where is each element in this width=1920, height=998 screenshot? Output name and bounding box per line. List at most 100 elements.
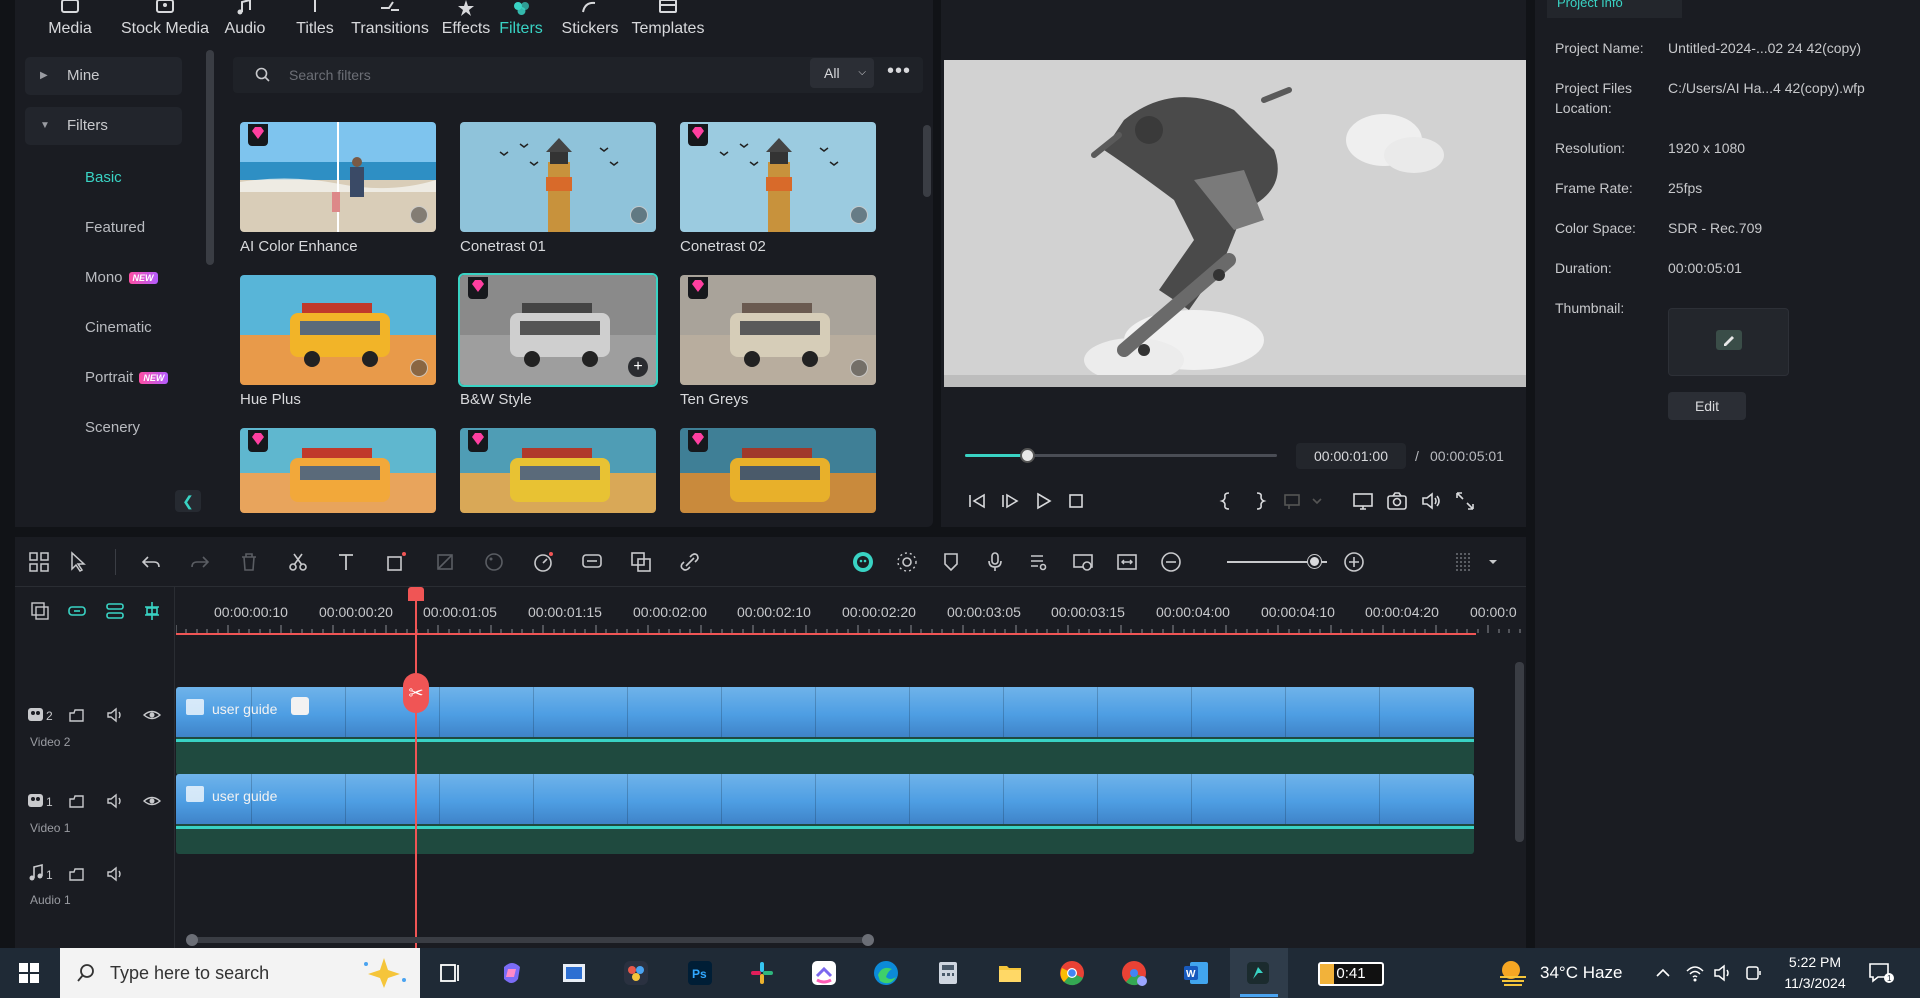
more-options-button[interactable]: ••• [887,60,911,83]
speaker-icon[interactable] [1713,963,1733,983]
task-view-icon[interactable] [436,959,464,987]
filter-card[interactable] [240,428,436,513]
track-lock-icon[interactable] [67,791,87,811]
word-icon[interactable]: W [1182,959,1210,987]
sidebar-mine[interactable]: ▶ Mine [25,57,182,95]
tab-transitions[interactable]: Transitions [345,0,435,50]
chrome-profile-icon[interactable] [1120,959,1148,987]
track-mute-icon[interactable] [105,791,125,811]
tab-stock-media[interactable]: Stock Media [110,0,220,50]
magnetic-snap-icon[interactable] [142,601,162,621]
clickup-icon[interactable] [810,959,838,987]
filter-card-ai-color-enhance[interactable] [240,122,436,232]
sidebar-item-portrait[interactable]: Portrait NEW [85,369,169,386]
split-scissors-icon[interactable] [286,550,310,574]
previous-frame-icon[interactable] [965,489,989,513]
microphone-icon[interactable] [983,550,1007,574]
track-mute-icon[interactable] [105,705,125,725]
shield-marker-icon[interactable] [939,550,963,574]
mark-in-icon[interactable] [1215,489,1239,513]
detach-link-icon[interactable] [678,550,702,574]
auto-ripple-icon[interactable] [105,601,125,621]
tab-titles[interactable]: Titles [275,0,355,50]
filmora-app-icon[interactable] [1244,959,1272,987]
scroll-start-handle[interactable] [186,934,198,946]
split-at-playhead-button[interactable]: ✂ [403,673,429,713]
mark-out-icon[interactable] [1247,489,1271,513]
audio-mix-icon[interactable] [1027,550,1051,574]
sidebar-scrollbar[interactable] [206,50,214,265]
track-mute-icon[interactable] [105,864,125,884]
tab-media[interactable]: Media [30,0,110,50]
file-explorer-icon[interactable] [996,959,1024,987]
photoshop-icon[interactable]: Ps [686,959,714,987]
volume-icon[interactable] [1419,489,1443,513]
filter-card-hue-plus[interactable] [240,275,436,385]
playhead-line[interactable] [415,590,417,948]
download-icon[interactable] [630,206,648,224]
download-icon[interactable] [410,206,428,224]
filter-card-bw-style[interactable]: + [458,273,658,387]
color-palette-icon[interactable] [482,550,506,574]
timeline-ruler[interactable]: 00:00:00:10 00:00:00:20 00:00:01:05 00:0… [176,587,1526,637]
stop-icon[interactable] [1064,489,1088,513]
tab-templates[interactable]: Templates [623,0,713,50]
download-icon[interactable] [410,359,428,377]
zoom-out-icon[interactable] [1159,550,1183,574]
search-input[interactable]: Search filters [289,67,371,83]
play-icon[interactable] [1031,489,1055,513]
windows-start-icon[interactable] [19,963,39,983]
taskbar-search-box[interactable]: Type here to search [60,948,420,998]
filter-card[interactable] [460,428,656,513]
copilot-app-icon[interactable] [498,959,526,987]
file-viewer-app-icon[interactable] [560,959,588,987]
zoom-slider-handle[interactable] [1308,555,1321,568]
wifi-icon[interactable] [1685,963,1705,983]
link-clips-icon[interactable] [67,601,87,621]
dropdown-arrow-icon[interactable] [1481,550,1505,574]
ai-copilot-icon[interactable] [851,550,875,574]
delete-trash-icon[interactable] [237,550,261,574]
chevron-up-icon[interactable] [1655,965,1671,981]
track-layout-icon[interactable] [1451,550,1475,574]
timeline-vertical-scrollbar[interactable] [1515,662,1524,842]
redo-icon[interactable] [188,550,212,574]
download-icon[interactable] [850,359,868,377]
device-connected-icon[interactable] [1745,963,1765,983]
slack-icon[interactable] [748,959,776,987]
add-track-icon[interactable] [30,601,50,621]
download-icon[interactable] [850,206,868,224]
display-settings-icon[interactable] [1351,489,1375,513]
ai-subtitle-icon[interactable] [580,550,604,574]
track-visibility-eye-icon[interactable] [142,791,162,811]
filter-category-select[interactable]: All ⌵ [810,58,874,88]
dropdown-arrow-icon[interactable] [1305,489,1329,513]
collapse-sidebar-button[interactable]: ❮ [175,490,201,512]
scroll-end-handle[interactable] [862,934,874,946]
weather-text[interactable]: 34°C Haze [1540,963,1622,983]
filter-card-ten-greys[interactable] [680,275,876,385]
chrome-browser-icon[interactable] [1058,959,1086,987]
timeline-horizontal-scrollbar[interactable] [186,934,874,946]
select-pointer-icon[interactable] [67,550,91,574]
sidebar-item-featured[interactable]: Featured [85,219,145,236]
filter-card[interactable] [680,428,876,513]
edit-thumbnail-button[interactable]: Edit [1668,392,1746,420]
video-clip-track-1[interactable]: user guide [176,774,1474,854]
davinci-resolve-icon[interactable] [622,959,650,987]
track-visibility-eye-icon[interactable] [142,705,162,725]
tab-audio[interactable]: Audio [205,0,285,50]
track-lock-icon[interactable] [67,705,87,725]
mask-icon[interactable] [433,550,457,574]
tab-filters[interactable]: Filters [481,0,561,50]
next-frame-icon[interactable] [998,489,1022,513]
text-tool-icon[interactable] [335,550,359,574]
tab-project-info[interactable]: Project Info [1547,0,1682,18]
filters-grid-scrollbar[interactable] [923,125,931,197]
layout-grid-icon[interactable] [27,550,51,574]
crop-icon[interactable] [384,550,408,574]
sidebar-item-basic[interactable]: Basic [85,169,122,186]
playback-progress-track[interactable] [965,448,1277,463]
add-filter-button[interactable]: + [628,357,648,377]
fullscreen-icon[interactable] [1453,489,1477,513]
